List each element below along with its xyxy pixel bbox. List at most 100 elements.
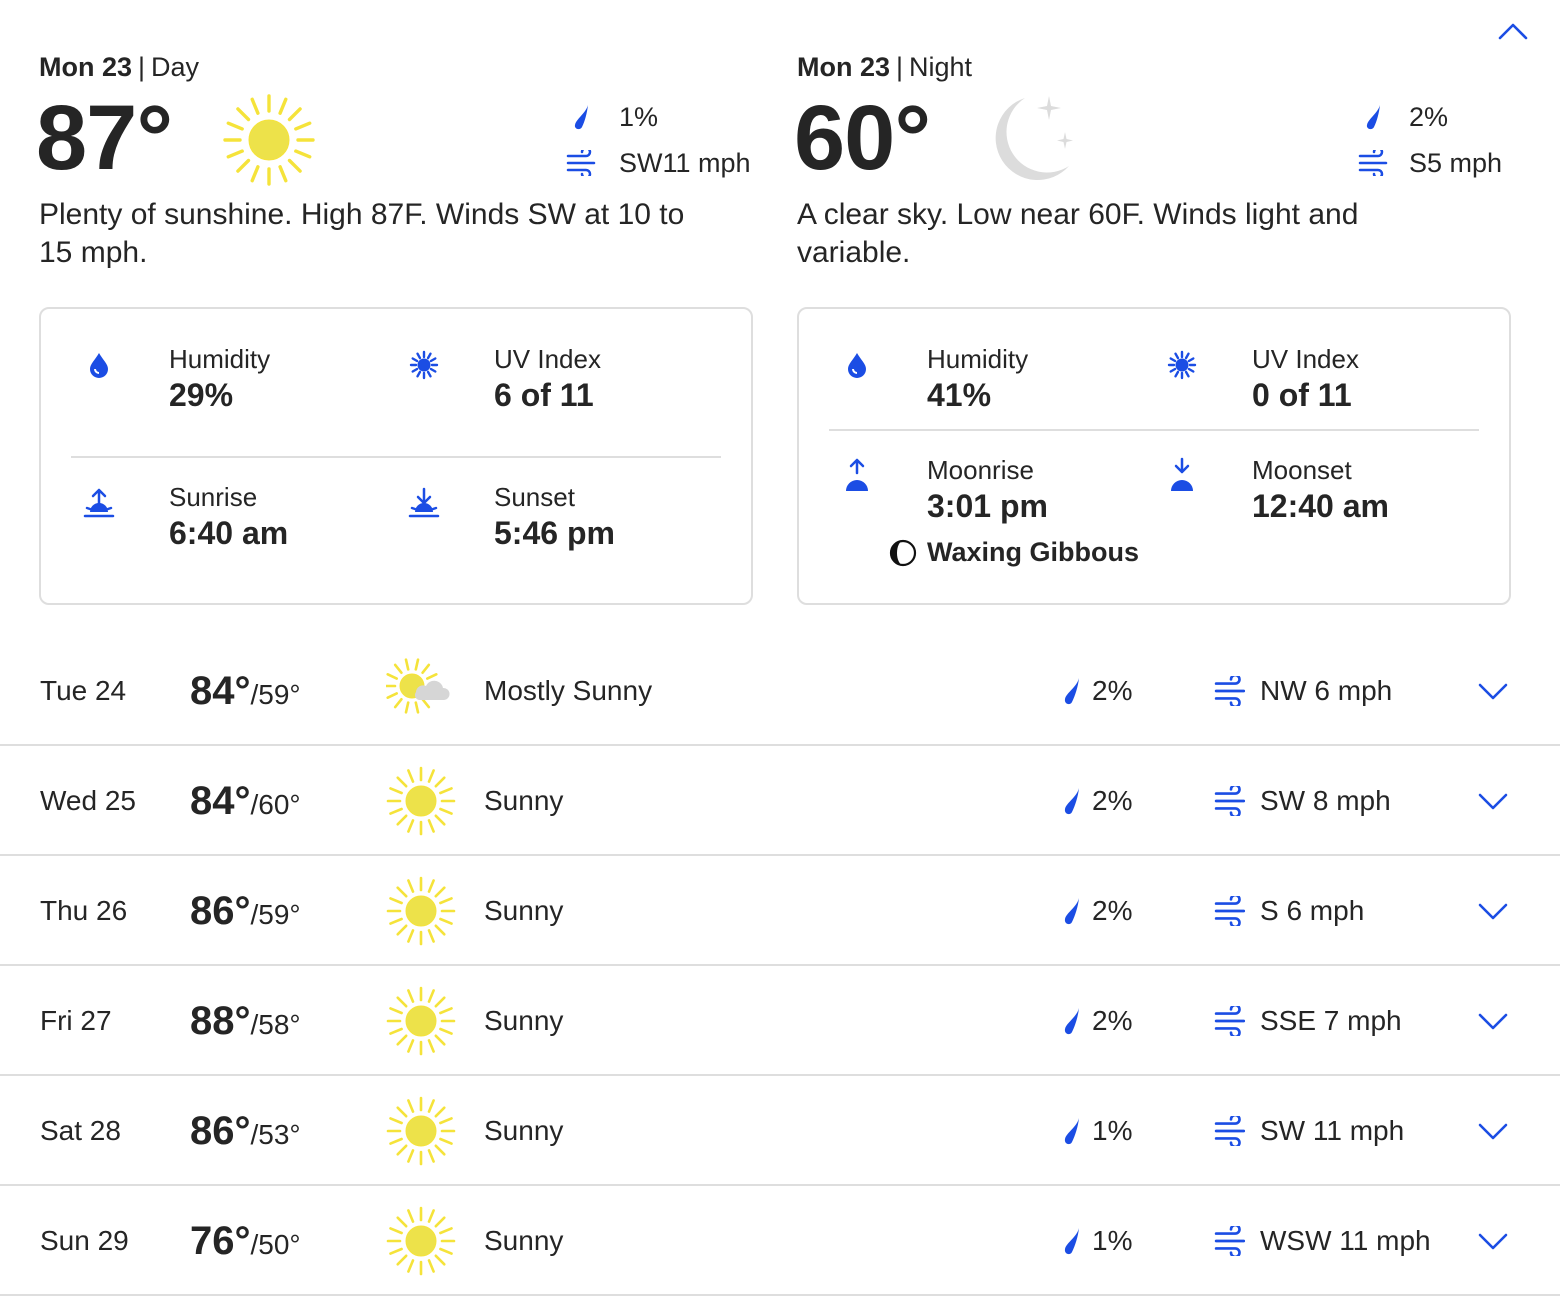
night-narrative: A clear sky. Low near 60F. Winds light a… [797, 198, 1359, 269]
moonrise-icon [837, 456, 877, 496]
day-panel: Mon 23|Day 87° 1% SW11 mph Plenty of s [36, 50, 753, 605]
details-divider [71, 456, 721, 458]
uv-label: UV Index [494, 344, 601, 374]
wind-icon [1214, 1006, 1246, 1036]
forecast-condition: Mostly Sunny [484, 675, 653, 706]
forecast-low: /59° [250, 679, 301, 710]
forecast-high: 86° [190, 1109, 251, 1153]
humidity-drop-icon [79, 345, 119, 385]
forecast-condition: Sunny [484, 1225, 564, 1256]
night-wind: S5 mph [1357, 140, 1511, 186]
wind-icon [1357, 148, 1391, 178]
humidity-label: Humidity [927, 344, 1029, 374]
night-wind-value: S5 mph [1409, 148, 1503, 178]
forecast-temps: 86°/53° [190, 1076, 301, 1195]
wind-icon [1214, 1116, 1246, 1146]
wind-icon [1214, 1226, 1246, 1256]
forecast-low: /50° [250, 1229, 301, 1260]
night-low-temp: 60° [794, 87, 931, 189]
forecast-wind: SW 11 mph [1260, 1115, 1405, 1146]
day-panel-header: Mon 23 | Day [39, 50, 753, 84]
forecast-precip: 2% [1092, 675, 1133, 706]
forecast-day-name: Fri 27 [40, 1005, 112, 1036]
forecast-day-name: Sun 29 [40, 1225, 129, 1256]
collapse-chevron-up-icon[interactable] [1494, 16, 1532, 46]
forecast-row[interactable]: Thu 26 86°/59° Sunny 2% S 6 mph [0, 856, 1560, 966]
forecast-row[interactable]: Fri 27 88°/58° Sunny 2% SSE 7 mph [0, 966, 1560, 1076]
raindrop-icon [1064, 1008, 1079, 1035]
humidity-detail: Humidity 41% [837, 343, 1137, 423]
forecast-row[interactable]: Wed 25 84°/60° Sunny 2% SW 8 mph [0, 746, 1560, 856]
forecast-precip: 2% [1092, 785, 1133, 816]
sunset-detail: Sunset 5:46 pm [404, 481, 704, 561]
raindrop-icon [1064, 788, 1079, 815]
moonrise-detail: Moonrise 3:01 pm [837, 454, 1137, 534]
expand-chevron-down-icon[interactable] [1474, 1006, 1512, 1036]
moonrise-label: Moonrise [927, 455, 1034, 485]
day-precip-value: 1% [619, 102, 659, 132]
day-narrative: Plenty of sunshine. High 87F. Winds SW a… [39, 198, 685, 269]
forecast-day-name: Tue 24 [40, 675, 127, 706]
sun-icon [386, 1206, 456, 1276]
raindrop-icon [565, 102, 599, 132]
forecast-low: /59° [250, 899, 301, 930]
forecast-temps: 76°/50° [190, 1186, 301, 1305]
night-temp-row: 60° 2% S5 mph [794, 84, 1511, 197]
forecast-wind: WSW 11 mph [1260, 1225, 1431, 1256]
uv-value: 6 of 11 [494, 377, 594, 413]
sunrise-icon [79, 483, 119, 523]
uv-detail: UV Index 0 of 11 [1162, 343, 1462, 423]
forecast-low: /53° [250, 1119, 301, 1150]
day-temp-row: 87° 1% SW11 mph [36, 84, 753, 197]
forecast-low: /58° [250, 1009, 301, 1040]
forecast-row[interactable]: Tue 24 84°/59° Mostly Sunny 2% NW 6 mph [0, 636, 1560, 746]
moonset-value: 12:40 am [1252, 488, 1389, 524]
forecast-high: 88° [190, 999, 251, 1043]
humidity-detail: Humidity 29% [79, 343, 379, 423]
moon-stars-icon [983, 92, 1083, 197]
expand-chevron-down-icon[interactable] [1474, 676, 1512, 706]
expand-chevron-down-icon[interactable] [1474, 896, 1512, 926]
forecast-temps: 84°/60° [190, 746, 301, 865]
day-date: Mon 23 [39, 52, 133, 82]
expand-chevron-down-icon[interactable] [1474, 786, 1512, 816]
night-precip: 2% [1357, 94, 1511, 140]
wind-icon [1214, 676, 1246, 706]
forecast-wind: S 6 mph [1260, 895, 1365, 926]
uv-value: 0 of 11 [1252, 377, 1352, 413]
forecast-row[interactable]: Sun 29 76°/50° Sunny 1% WSW 11 mph [0, 1186, 1560, 1296]
sun-icon [386, 876, 456, 946]
night-details-card: Humidity 41% UV Index 0 of 11 Moonrise 3… [797, 307, 1511, 605]
humidity-value: 41% [927, 377, 992, 413]
forecast-temps: 86°/59° [190, 856, 301, 975]
header-separator: | [138, 52, 146, 82]
sun-icon [219, 92, 319, 197]
uv-index-icon [1162, 345, 1202, 385]
sunrise-detail: Sunrise 6:40 am [79, 481, 379, 561]
humidity-value: 29% [169, 377, 234, 413]
expand-chevron-down-icon[interactable] [1474, 1226, 1512, 1256]
moonset-icon [1162, 456, 1202, 496]
raindrop-icon [1064, 898, 1079, 925]
night-mini-stats: 2% S5 mph [1357, 94, 1511, 186]
wind-icon [565, 148, 599, 178]
raindrop-icon [1064, 1118, 1079, 1145]
forecast-high: 86° [190, 889, 251, 933]
day-high-temp: 87° [36, 87, 173, 189]
night-panel: Mon 23 | Night 60° 2% S5 mph A clear sky… [794, 50, 1511, 605]
moonset-detail: Moonset 12:40 am [1162, 454, 1462, 534]
sun-icon [386, 986, 456, 1056]
sunset-value: 5:46 pm [494, 515, 615, 551]
uv-label: UV Index [1252, 344, 1359, 374]
forecast-condition: Sunny [484, 1005, 564, 1036]
forecast-wind: SW 8 mph [1260, 785, 1391, 816]
day-details-card: Humidity 29% UV Index 6 of 11 Sunrise 6:… [39, 307, 753, 605]
forecast-wind: SSE 7 mph [1260, 1005, 1402, 1036]
forecast-row[interactable]: Sat 28 86°/53° Sunny 1% SW 11 mph [0, 1076, 1560, 1186]
forecast-low: /60° [250, 789, 301, 820]
expand-chevron-down-icon[interactable] [1474, 1116, 1512, 1146]
sun-icon [386, 1096, 456, 1166]
mostly-sunny-icon [386, 658, 450, 714]
uv-index-icon [404, 345, 444, 385]
forecast-precip: 2% [1092, 895, 1133, 926]
